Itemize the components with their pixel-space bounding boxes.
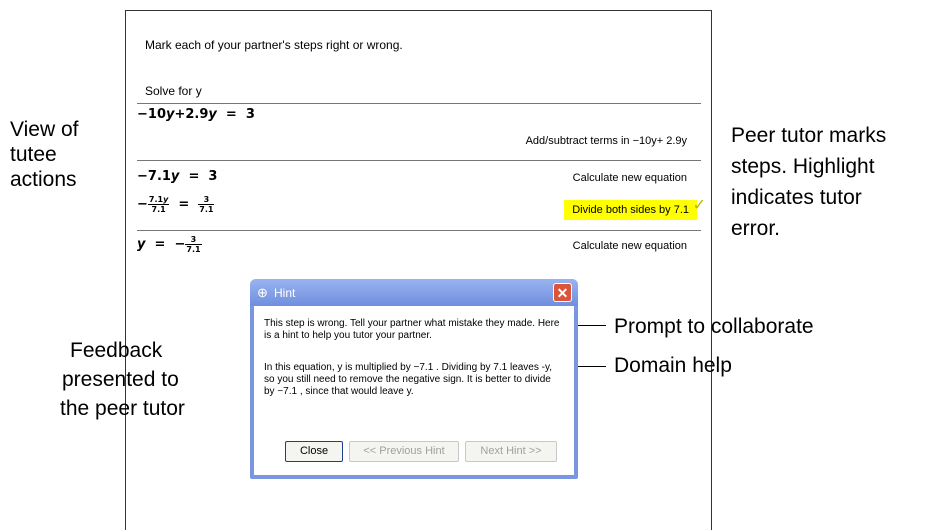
annotation-prompt-collaborate: Prompt to collaborate — [614, 315, 814, 338]
step-equation: −10y+2.9y = 3 — [137, 107, 255, 122]
step-action[interactable]: Calculate new equation — [573, 240, 687, 252]
annotation-feedback: Feedback presented to the peer tutor — [60, 339, 185, 420]
divider — [137, 160, 701, 161]
checkmark-icon: ✓ — [692, 197, 706, 214]
step-equation: y = −3 7.1 — [137, 235, 202, 254]
close-icon[interactable]: ✕ — [553, 283, 572, 302]
annotation-peer-tutor-marks: Peer tutor marks steps. Highlight indica… — [731, 124, 887, 240]
step-equation: −7.1y = 3 — [137, 169, 218, 184]
close-button[interactable]: Close — [285, 441, 343, 462]
step-action-highlighted[interactable]: Divide both sides by 7.1 — [564, 200, 697, 220]
solve-label: Solve for y — [145, 84, 202, 98]
dialog-title: Hint — [274, 286, 296, 300]
step-action[interactable]: Calculate new equation — [573, 172, 687, 184]
next-hint-button[interactable]: Next Hint >> — [465, 441, 557, 462]
instruction-text: Mark each of your partner's steps right … — [145, 38, 403, 52]
dialog-titlebar[interactable]: ⊕ Hint ✕ — [250, 279, 578, 306]
divider — [137, 230, 701, 231]
hint-dialog: ⊕ Hint ✕ This step is wrong. Tell your p… — [250, 279, 578, 479]
divider — [137, 103, 701, 104]
previous-hint-button[interactable]: << Previous Hint — [349, 441, 459, 462]
hint-paragraph-1: This step is wrong. Tell your partner wh… — [264, 318, 560, 341]
step-equation: −7.1y 7.1 = 3 7.1 — [137, 195, 215, 214]
annotation-domain-help: Domain help — [614, 354, 732, 377]
hint-paragraph-2: In this equation, y is multiplied by −7.… — [264, 362, 553, 397]
annotation-view-of-tutee: View of tutee actions — [10, 118, 79, 191]
dialog-body: This step is wrong. Tell your partner wh… — [254, 306, 574, 475]
step-action[interactable]: Add/subtract terms in −10y+ 2.9y — [526, 135, 687, 147]
app-icon: ⊕ — [257, 285, 268, 300]
